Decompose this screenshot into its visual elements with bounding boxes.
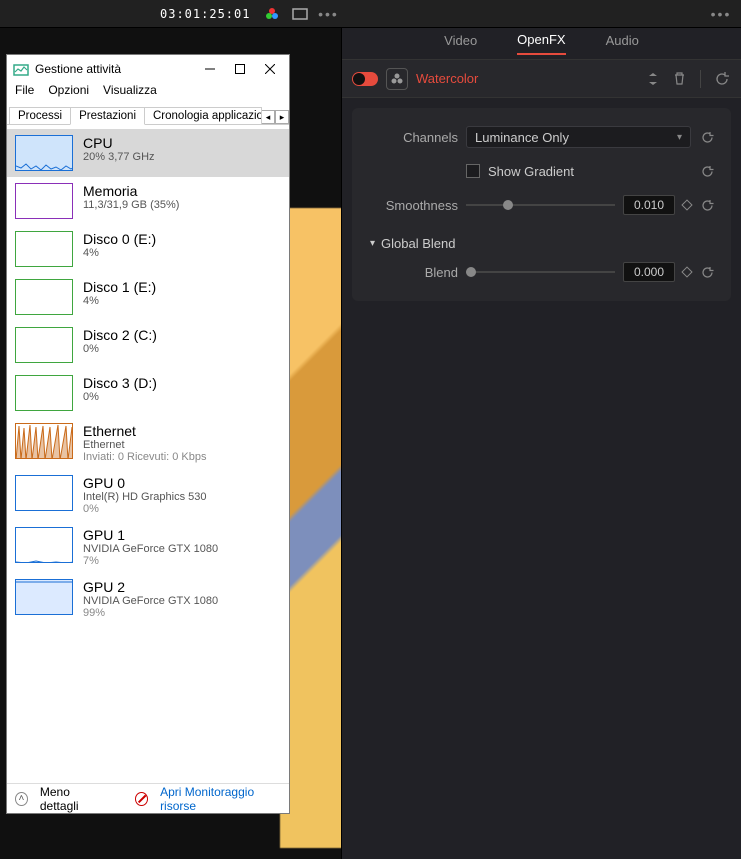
tab-app-history[interactable]: Cronologia applicazioni (144, 107, 262, 124)
blend-value[interactable] (623, 262, 675, 282)
keyframe-blend-icon[interactable] (681, 266, 692, 277)
perf-item-gpu-1[interactable]: GPU 1NVIDIA GeForce GTX 10807% (7, 521, 289, 573)
fx-plugin-icon[interactable] (386, 68, 408, 90)
chevron-up-icon[interactable]: ˄ (15, 792, 28, 806)
reset-channels-icon[interactable] (699, 129, 715, 145)
perf-text: Memoria11,3/31,9 GB (35%) (83, 183, 179, 211)
perf-graph (15, 475, 73, 511)
fx-body: Channels Luminance Only ▾ Show Gradient … (352, 108, 731, 301)
smoothness-slider[interactable] (466, 204, 615, 206)
perf-graph (15, 423, 73, 459)
chevron-down-icon: ▾ (370, 238, 375, 249)
menu-bar: File Opzioni Visualizza (7, 83, 289, 103)
perf-item-disco-1-e-[interactable]: Disco 1 (E:)4% (7, 273, 289, 321)
perf-item-gpu-0[interactable]: GPU 0Intel(R) HD Graphics 5300% (7, 469, 289, 521)
tab-video[interactable]: Video (444, 33, 477, 54)
perf-item-disco-2-c-[interactable]: Disco 2 (C:)0% (7, 321, 289, 369)
perf-graph (15, 579, 73, 615)
perf-graph (15, 527, 73, 563)
tab-performance[interactable]: Prestazioni (70, 107, 145, 125)
perf-graph (15, 327, 73, 363)
show-gradient-label: Show Gradient (488, 164, 691, 179)
perf-text: Disco 1 (E:)4% (83, 279, 156, 307)
blend-label: Blend (368, 265, 458, 280)
titlebar[interactable]: Gestione attività (7, 55, 289, 83)
performance-list: CPU20% 3,77 GHz Memoria11,3/31,9 GB (35%)… (7, 125, 289, 783)
close-button[interactable] (255, 58, 285, 80)
expand-icon[interactable] (644, 70, 662, 88)
menu-options[interactable]: Opzioni (48, 83, 89, 103)
perf-graph (15, 135, 73, 171)
menu-view[interactable]: Visualizza (103, 83, 157, 103)
tab-processes[interactable]: Processi (9, 107, 71, 124)
reset-blend-icon[interactable] (699, 264, 715, 280)
fx-enable-toggle[interactable] (352, 72, 378, 86)
tab-openfx[interactable]: OpenFX (517, 32, 565, 55)
timecode: 03:01:25:01 (160, 7, 250, 21)
perf-item-disco-0-e-[interactable]: Disco 0 (E:)4% (7, 225, 289, 273)
inspector-panel: Video OpenFX Audio Watercolor Channels L… (341, 28, 741, 859)
fewer-details-button[interactable]: Meno dettagli (40, 785, 105, 813)
perf-text: Disco 0 (E:)4% (83, 231, 156, 259)
tab-scroll-left[interactable]: ◂ (261, 110, 275, 124)
perf-item-cpu[interactable]: CPU20% 3,77 GHz (7, 129, 289, 177)
fx-header: Watercolor (342, 60, 741, 98)
perf-text: GPU 0Intel(R) HD Graphics 5300% (83, 475, 207, 515)
perf-text: EthernetEthernetInviati: 0 Ricevuti: 0 K… (83, 423, 207, 463)
reset-smoothness-icon[interactable] (699, 197, 715, 213)
blend-slider[interactable] (466, 271, 615, 273)
smoothness-value[interactable] (623, 195, 675, 215)
perf-text: GPU 2NVIDIA GeForce GTX 108099% (83, 579, 218, 619)
global-blend-header[interactable]: ▾ Global Blend (370, 236, 713, 251)
perf-item-ethernet[interactable]: EthernetEthernetInviati: 0 Ricevuti: 0 K… (7, 417, 289, 469)
perf-item-memoria[interactable]: Memoria11,3/31,9 GB (35%) (7, 177, 289, 225)
channels-combo[interactable]: Luminance Only ▾ (466, 126, 691, 148)
perf-graph (15, 231, 73, 267)
more-right-icon[interactable]: ••• (707, 0, 735, 28)
perf-text: GPU 1NVIDIA GeForce GTX 10807% (83, 527, 218, 567)
color-wheel-icon[interactable] (258, 0, 286, 28)
perf-text: CPU20% 3,77 GHz (83, 135, 155, 163)
perf-graph (15, 183, 73, 219)
trash-icon[interactable] (670, 70, 688, 88)
minimize-button[interactable] (195, 58, 225, 80)
reset-all-icon[interactable] (713, 70, 731, 88)
display-icon[interactable] (286, 0, 314, 28)
reset-gradient-icon[interactable] (699, 163, 715, 179)
tab-scroll-right[interactable]: ▸ (275, 110, 289, 124)
channels-value: Luminance Only (475, 130, 569, 145)
resource-monitor-icon (135, 792, 148, 806)
inspector-tabs: Video OpenFX Audio (342, 28, 741, 60)
footer: ˄ Meno dettagli Apri Monitoraggio risors… (7, 783, 289, 813)
menu-file[interactable]: File (15, 83, 34, 103)
global-blend-label: Global Blend (381, 236, 455, 251)
perf-text: Disco 2 (C:)0% (83, 327, 157, 355)
more-icon[interactable]: ••• (314, 0, 342, 28)
maximize-button[interactable] (225, 58, 255, 80)
taskmgr-icon (13, 61, 29, 77)
tab-strip: Processi Prestazioni Cronologia applicaz… (7, 103, 289, 125)
perf-graph (15, 279, 73, 315)
chevron-down-icon: ▾ (677, 132, 682, 143)
fx-name: Watercolor (416, 71, 636, 86)
perf-graph (15, 375, 73, 411)
window-title: Gestione attività (35, 62, 195, 76)
resolve-top-bar: 03:01:25:01 ••• ••• (0, 0, 741, 28)
keyframe-smoothness-icon[interactable] (681, 199, 692, 210)
perf-item-disco-3-d-[interactable]: Disco 3 (D:)0% (7, 369, 289, 417)
show-gradient-checkbox[interactable] (466, 164, 480, 178)
perf-text: Disco 3 (D:)0% (83, 375, 157, 403)
perf-item-gpu-2[interactable]: GPU 2NVIDIA GeForce GTX 108099% (7, 573, 289, 625)
channels-label: Channels (368, 130, 458, 145)
open-resource-monitor[interactable]: Apri Monitoraggio risorse (160, 785, 281, 813)
tab-audio[interactable]: Audio (606, 33, 639, 54)
task-manager-window: Gestione attività File Opzioni Visualizz… (6, 54, 290, 814)
smoothness-label: Smoothness (368, 198, 458, 213)
